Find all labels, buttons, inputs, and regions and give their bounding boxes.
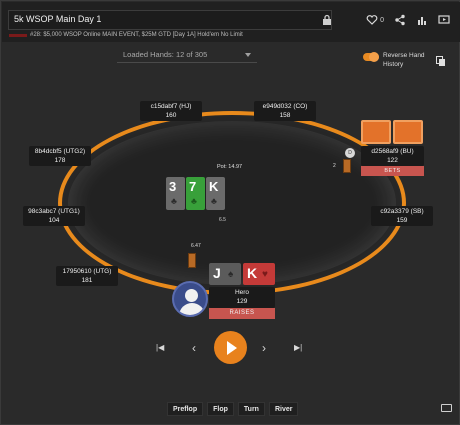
spade-icon: ♠ bbox=[228, 269, 234, 280]
page-title: 5k WSOP Main Day 1 bbox=[14, 14, 102, 24]
card-rank: 3 bbox=[169, 179, 177, 194]
header-actions: 0 bbox=[366, 12, 450, 28]
avatar-head bbox=[185, 289, 198, 302]
like-count: 0 bbox=[380, 16, 384, 24]
chip-stack-icon bbox=[188, 253, 196, 268]
seat-co[interactable]: e949d032 (CO) 158 bbox=[254, 101, 316, 121]
avatar-body bbox=[179, 303, 205, 315]
seat-stack: 122 bbox=[387, 157, 398, 164]
card-rank: J bbox=[213, 265, 221, 281]
seat-hero[interactable]: Hero 129 bbox=[209, 287, 275, 308]
dealer-button: D bbox=[345, 148, 355, 158]
seat-name: c15dabf7 (HJ) bbox=[150, 103, 192, 110]
last-hand-button[interactable]: ▶| bbox=[294, 343, 302, 352]
stats-icon[interactable] bbox=[416, 14, 428, 26]
seat-stack: 129 bbox=[236, 298, 248, 305]
seat-stack: 178 bbox=[54, 157, 66, 164]
board-cards: 3 ♣ 7 ♣ K ♣ bbox=[166, 177, 225, 210]
replayer-window: 5k WSOP Main Day 1 0 #28: $5,000 WSOP On… bbox=[0, 0, 460, 425]
hero-hole-cards: J ♠ K ♥ bbox=[209, 263, 275, 285]
board-card: 7 ♣ bbox=[186, 177, 205, 210]
pot-label: Pot: 14.97 bbox=[217, 164, 243, 170]
hero-bet-amount: 6.47 bbox=[191, 243, 201, 249]
seat-utg[interactable]: 17950610 (UTG) 181 bbox=[56, 266, 118, 286]
street-tabs: Preflop Flop Turn River bbox=[167, 402, 299, 416]
seat-name: 17950610 (UTG) bbox=[62, 268, 112, 275]
bu-hole-cards bbox=[361, 120, 423, 144]
next-step-button[interactable]: › bbox=[262, 341, 266, 355]
reverse-history-toggle[interactable] bbox=[363, 52, 379, 62]
seat-stack: 181 bbox=[81, 277, 93, 284]
card-rank: 7 bbox=[189, 179, 197, 194]
seat-name: d2568af9 (BU) bbox=[371, 148, 414, 155]
first-hand-button[interactable]: |◀ bbox=[156, 343, 164, 352]
title-box: 5k WSOP Main Day 1 bbox=[8, 10, 332, 30]
card-back bbox=[361, 120, 391, 144]
chip-stack-icon bbox=[343, 159, 351, 173]
tab-turn[interactable]: Turn bbox=[237, 402, 265, 416]
reverse-history-label: Reverse Hand History bbox=[383, 52, 425, 68]
video-icon[interactable] bbox=[438, 14, 450, 26]
previous-step-button[interactable]: ‹ bbox=[192, 341, 196, 355]
tab-river[interactable]: River bbox=[268, 402, 299, 416]
copy-icon[interactable] bbox=[436, 56, 446, 67]
play-button[interactable] bbox=[214, 331, 247, 364]
seat-bu[interactable]: d2568af9 (BU) 122 bbox=[361, 146, 424, 166]
club-icon: ♣ bbox=[191, 196, 197, 206]
bu-action-badge: BETS bbox=[361, 166, 424, 176]
hero-card: J ♠ bbox=[209, 263, 241, 285]
seat-utg1[interactable]: 98c3abc7 (UTG1) 104 bbox=[23, 206, 85, 226]
tab-preflop[interactable]: Preflop bbox=[167, 402, 204, 416]
loaded-hands-label: Loaded Hands: 12 of 305 bbox=[123, 50, 208, 59]
seat-utg2[interactable]: 8b4dcbf5 (UTG2) 178 bbox=[29, 146, 91, 166]
card-back bbox=[393, 120, 423, 144]
heart-icon[interactable] bbox=[366, 14, 378, 26]
event-subtitle: #28: $5,000 WSOP Online MAIN EVENT, $25M… bbox=[30, 32, 243, 38]
seat-stack: 159 bbox=[396, 217, 408, 224]
seat-name: Hero bbox=[234, 289, 250, 296]
card-rank: K bbox=[209, 179, 219, 194]
share-icon[interactable] bbox=[394, 14, 406, 26]
loaded-hands-select[interactable]: Loaded Hands: 12 of 305 bbox=[117, 47, 257, 63]
board-card: K ♣ bbox=[206, 177, 225, 210]
lock-icon[interactable] bbox=[321, 14, 333, 26]
seat-sb[interactable]: c92a3379 (SB) 159 bbox=[371, 206, 433, 226]
club-icon: ♣ bbox=[171, 196, 177, 206]
seat-hj[interactable]: c15dabf7 (HJ) 160 bbox=[140, 101, 202, 121]
avatar bbox=[172, 281, 208, 317]
bu-bet-amount: 2 bbox=[333, 163, 336, 169]
keyboard-icon[interactable] bbox=[441, 404, 452, 412]
event-marker bbox=[9, 34, 27, 37]
tab-flop[interactable]: Flop bbox=[207, 402, 234, 416]
seat-name: e949d032 (CO) bbox=[262, 103, 308, 110]
chevron-down-icon bbox=[245, 53, 251, 57]
seat-stack: 104 bbox=[48, 217, 60, 224]
club-icon: ♣ bbox=[211, 196, 217, 206]
card-rank: K bbox=[247, 265, 258, 281]
heart-suit-icon: ♥ bbox=[262, 269, 268, 280]
seat-stack: 158 bbox=[279, 112, 291, 119]
hero-action-badge: RAISES bbox=[209, 308, 275, 319]
board-card: 3 ♣ bbox=[166, 177, 185, 210]
header: 5k WSOP Main Day 1 0 #28: $5,000 WSOP On… bbox=[2, 2, 460, 42]
pot-chips-amount: 6.5 bbox=[219, 217, 226, 223]
seat-stack: 160 bbox=[165, 112, 177, 119]
seat-name: c92a3379 (SB) bbox=[380, 208, 424, 215]
seat-name: 8b4dcbf5 (UTG2) bbox=[34, 148, 86, 155]
hero-card: K ♥ bbox=[243, 263, 275, 285]
seat-name: 98c3abc7 (UTG1) bbox=[28, 208, 80, 215]
